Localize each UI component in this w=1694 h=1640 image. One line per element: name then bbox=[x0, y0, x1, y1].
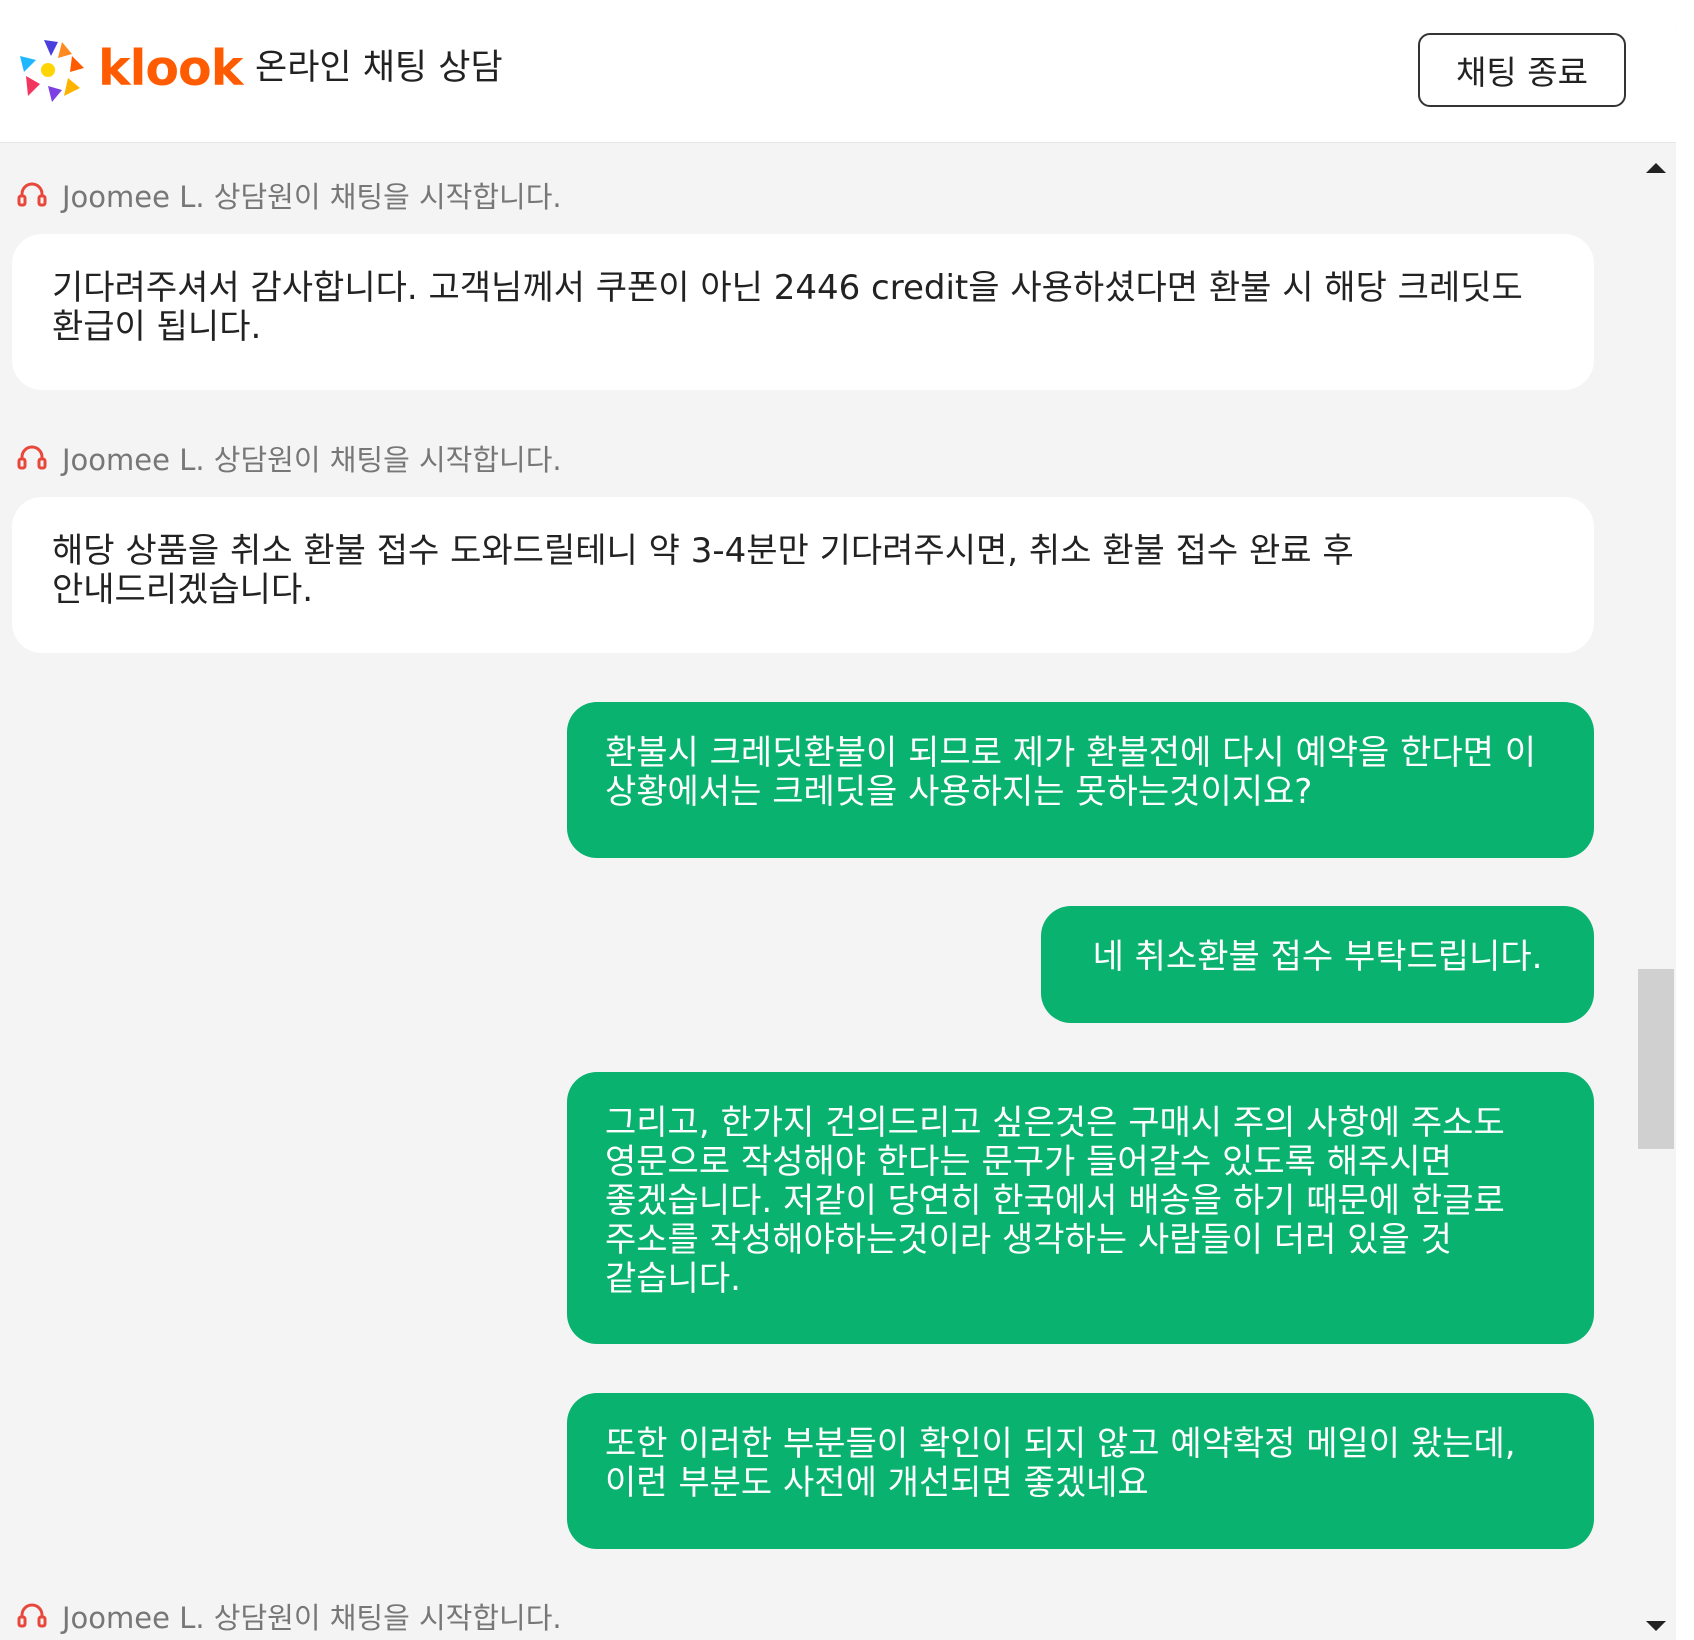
system-message: Joomee L. 상담원이 채팅을 시작합니다. bbox=[16, 438, 562, 478]
system-message-text: Joomee L. 상담원이 채팅을 시작합니다. bbox=[62, 1601, 562, 1635]
agent-message: 기다려주셔서 감사합니다. 고객님께서 쿠폰이 아닌 2446 credit을 … bbox=[12, 234, 1594, 390]
agent-message: 해당 상품을 취소 환불 접수 도와드릴테니 약 3-4분만 기다려주시면, 취… bbox=[12, 497, 1594, 653]
system-message-text: Joomee L. 상담원이 채팅을 시작합니다. bbox=[62, 180, 562, 214]
chat-message-list: Joomee L. 상담원이 채팅을 시작합니다. 기다려주셔서 감사합니다. … bbox=[0, 143, 1636, 1640]
system-message-text: Joomee L. 상담원이 채팅을 시작합니다. bbox=[62, 443, 562, 477]
scroll-up-arrow-icon[interactable] bbox=[1646, 163, 1666, 173]
headset-icon bbox=[17, 1603, 47, 1628]
scroll-thumb[interactable] bbox=[1638, 969, 1674, 1149]
user-message: 또한 이러한 부분들이 확인이 되지 않고 예약확정 메일이 왔는데, 이런 부… bbox=[567, 1393, 1594, 1549]
klook-logo-icon bbox=[20, 40, 84, 102]
scroll-down-arrow-icon[interactable] bbox=[1646, 1621, 1666, 1631]
end-chat-button[interactable]: 채팅 종료 bbox=[1418, 33, 1626, 107]
user-message: 네 취소환불 접수 부탁드립니다. bbox=[1041, 906, 1594, 1023]
user-message: 그리고, 한가지 건의드리고 싶은것은 구매시 주의 사항에 주소도 영문으로 … bbox=[567, 1072, 1594, 1344]
user-message: 환불시 크레딧환불이 되므로 제가 환불전에 다시 예약을 한다면 이 상황에서… bbox=[567, 702, 1594, 858]
page-title: 온라인 채팅 상담 bbox=[255, 48, 503, 88]
chat-scrollbar[interactable] bbox=[1636, 143, 1676, 1640]
chat-header: klook 온라인 채팅 상담 채팅 종료 bbox=[0, 0, 1676, 143]
chat-window: klook 온라인 채팅 상담 채팅 종료 Joomee L. 상담원이 채팅을… bbox=[0, 0, 1676, 1640]
headset-icon bbox=[17, 445, 47, 470]
headset-icon bbox=[17, 182, 47, 207]
system-message: Joomee L. 상담원이 채팅을 시작합니다. bbox=[16, 1596, 562, 1636]
system-message: Joomee L. 상담원이 채팅을 시작합니다. bbox=[16, 175, 562, 215]
klook-logo-text: klook bbox=[98, 40, 243, 97]
